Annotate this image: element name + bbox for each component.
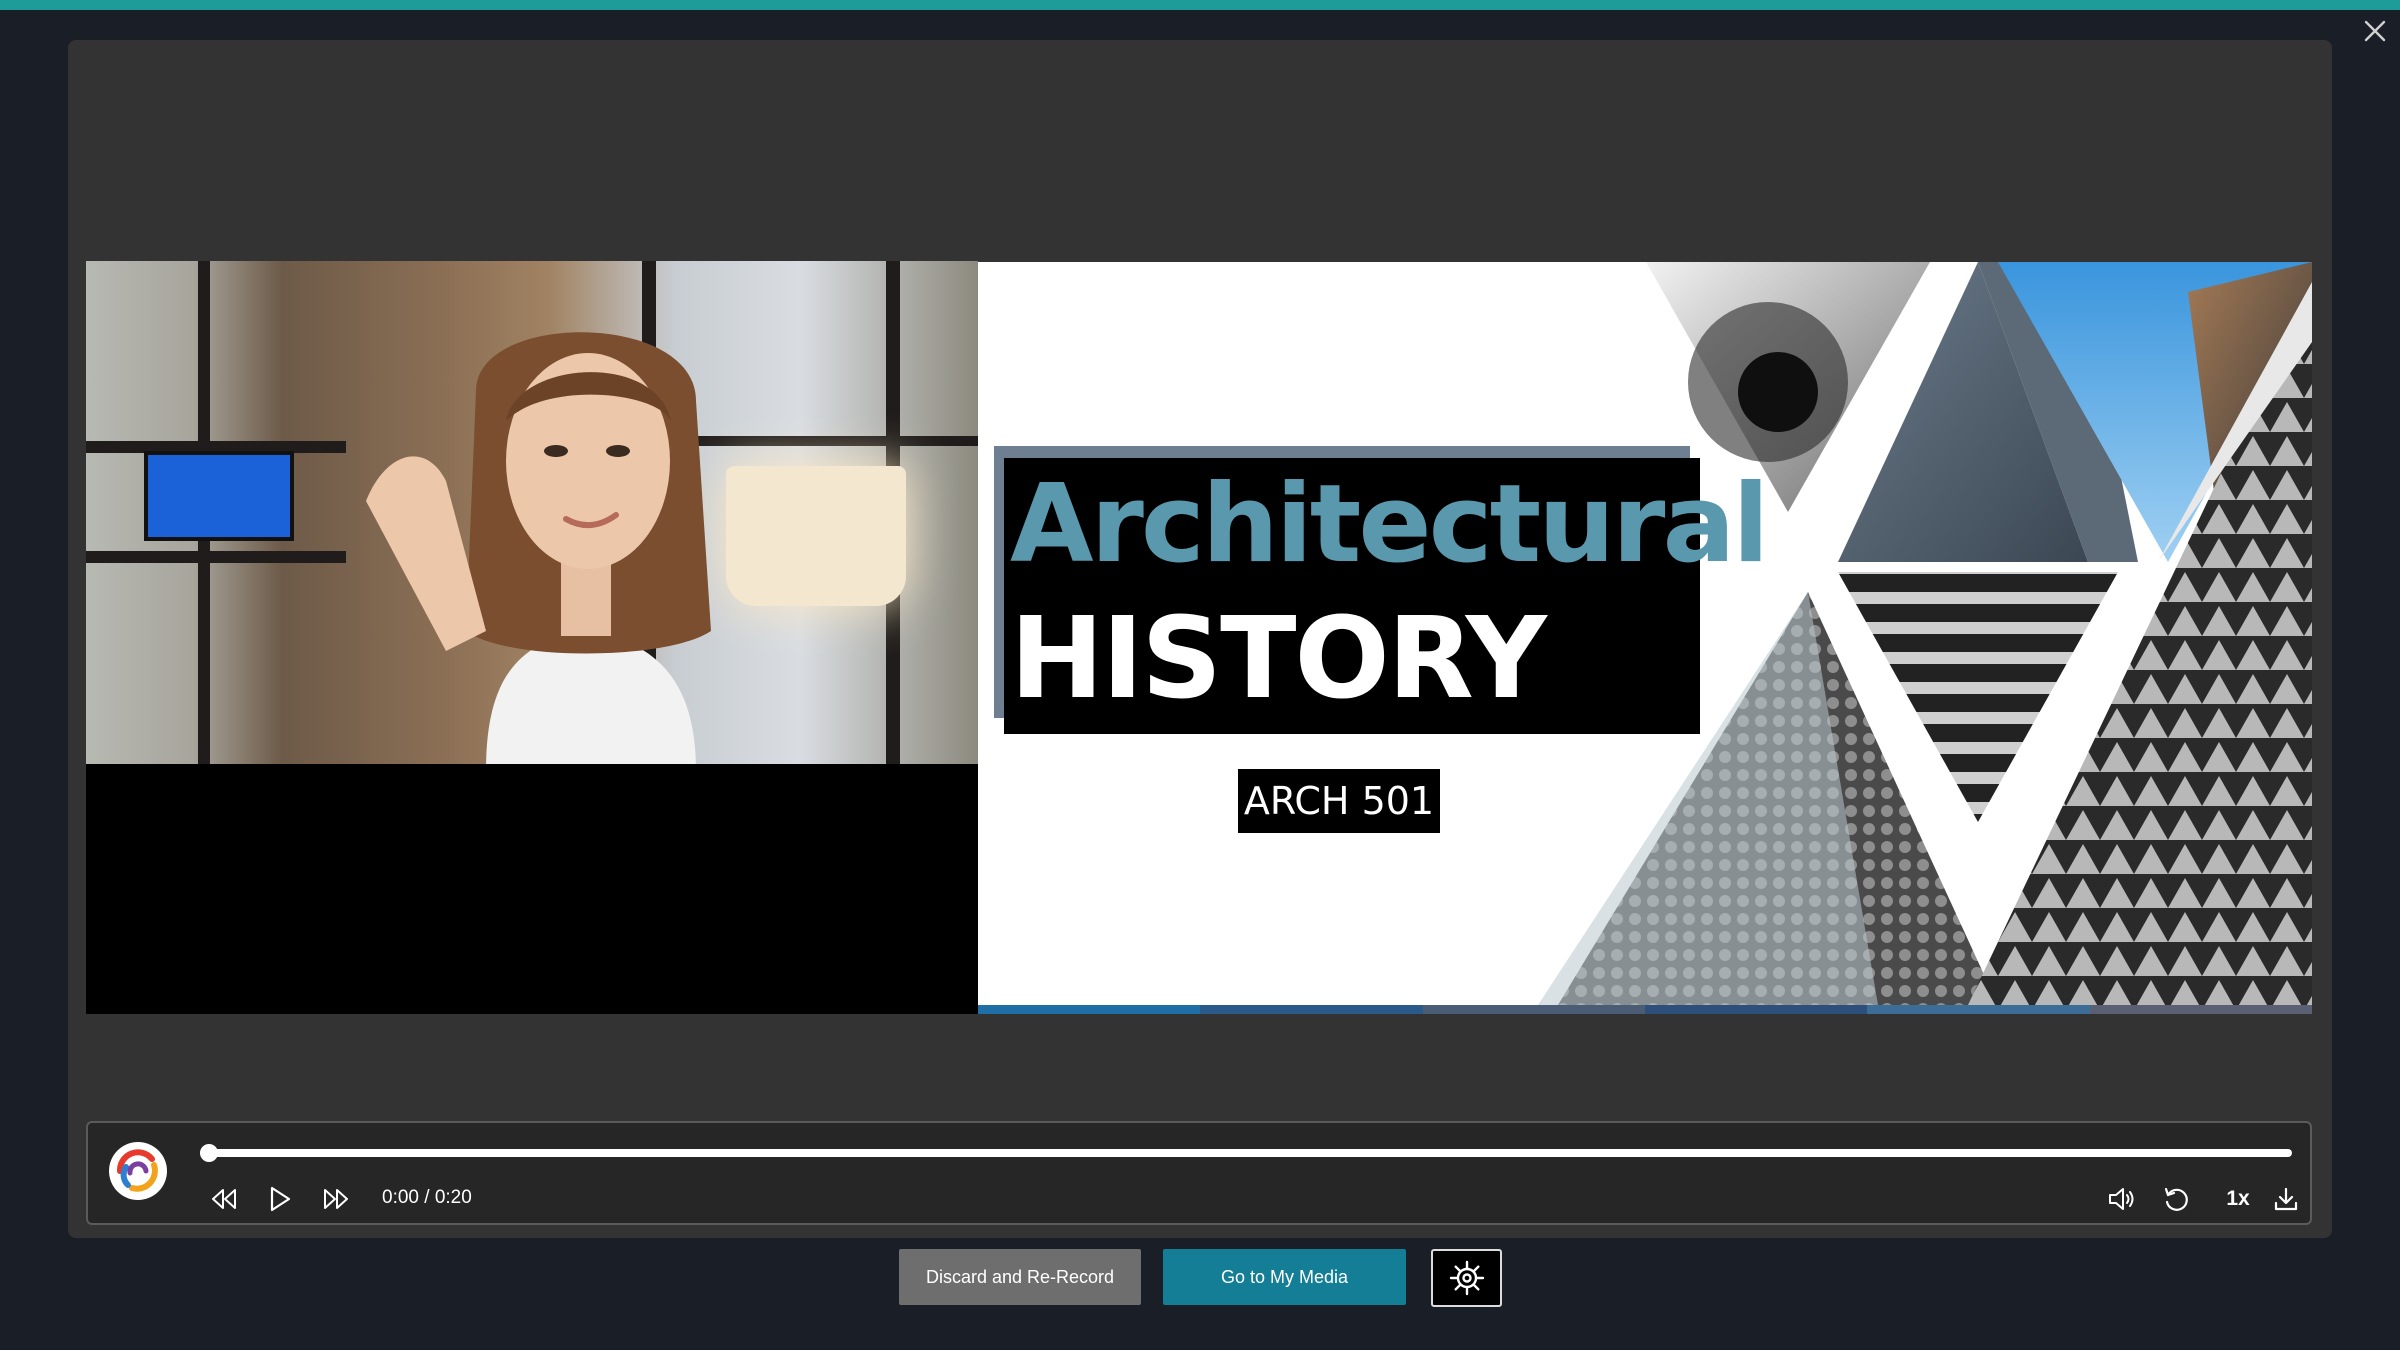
player-controls: 0:00 / 0:20 1x [86, 1121, 2312, 1225]
seek-bar-thumb[interactable] [200, 1144, 218, 1162]
volume-icon [2109, 1188, 2134, 1210]
replay-icon [2164, 1187, 2188, 1211]
fast-forward-button[interactable] [318, 1181, 354, 1217]
settings-button[interactable] [1431, 1249, 1502, 1307]
download-button[interactable] [2268, 1181, 2304, 1217]
rewind-icon [212, 1189, 236, 1209]
close-icon [2364, 20, 2386, 42]
replay-button[interactable] [2158, 1181, 2194, 1217]
play-icon [270, 1186, 291, 1212]
gear-icon [1449, 1260, 1484, 1296]
seek-bar[interactable] [200, 1149, 2292, 1157]
time-display: 0:00 / 0:20 [382, 1187, 472, 1208]
play-button[interactable] [262, 1181, 298, 1217]
course-code: ARCH 501 [1238, 769, 1440, 833]
top-accent-bar [0, 0, 2400, 10]
close-button[interactable] [2358, 14, 2392, 48]
volume-button[interactable] [2104, 1181, 2140, 1217]
rewind-button[interactable] [206, 1181, 242, 1217]
camera-feed [86, 261, 978, 1014]
brand-logo-icon [109, 1142, 167, 1200]
playback-speed-button[interactable]: 1x [2216, 1184, 2260, 1214]
go-to-my-media-button[interactable]: Go to My Media [1163, 1249, 1406, 1305]
slide-progress-strip [978, 1005, 2312, 1014]
video-preview[interactable]: Architectural HISTORY ARCH 501 [86, 261, 2312, 1014]
slide-title-line1: Architectural [1010, 462, 1769, 587]
slide-view: Architectural HISTORY ARCH 501 [978, 262, 2312, 1005]
fast-forward-icon [324, 1189, 348, 1209]
slide-title-line2: HISTORY [1010, 594, 1547, 724]
discard-and-rerecord-button[interactable]: Discard and Re-Record [899, 1249, 1141, 1305]
presenter-video [86, 261, 978, 764]
download-icon [2274, 1187, 2298, 1211]
